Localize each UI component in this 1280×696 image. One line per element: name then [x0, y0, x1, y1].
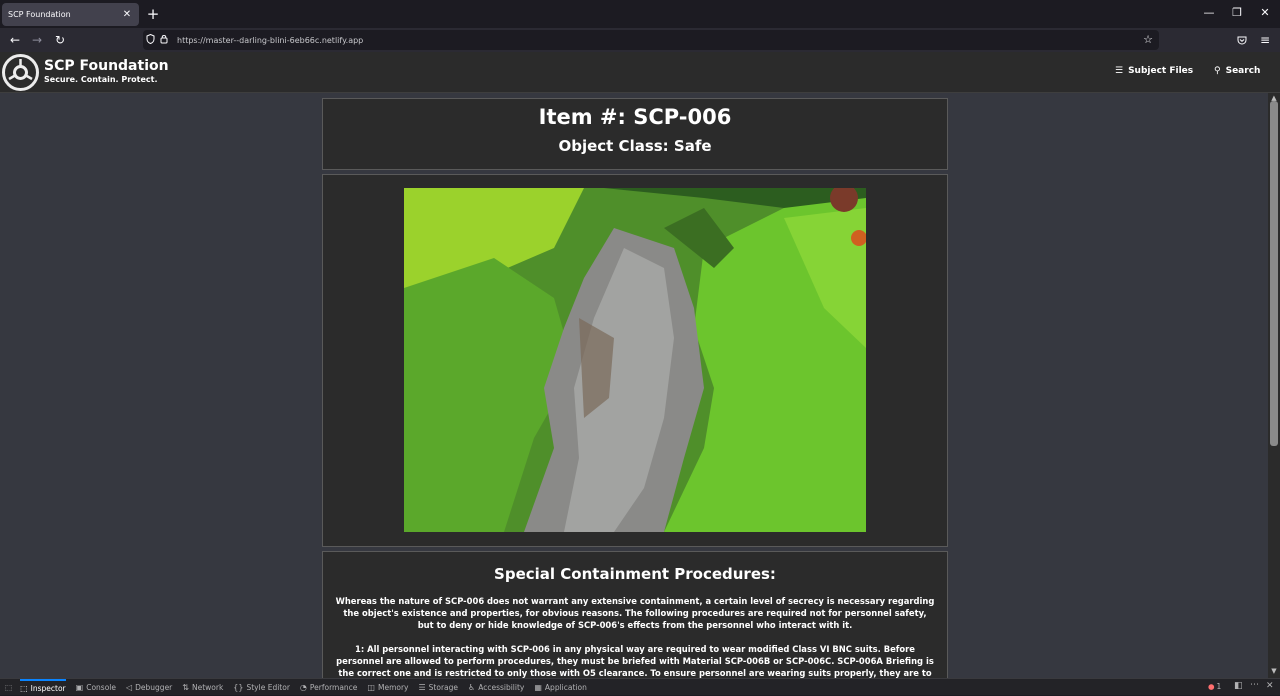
devtools-tab-console[interactable]: ▣ Console [76, 679, 116, 696]
browser-toolbar: ← → ↻ https://master--darling-blini-6eb6… [0, 28, 1280, 52]
devtools-tab-label: Style Editor [246, 682, 290, 692]
devtools-toolbar: ⬚ ⬚ Inspector ▣ Console ◁ Debugger ⇅ Net… [0, 678, 1280, 695]
scrollbar-thumb[interactable] [1270, 101, 1278, 446]
network-icon: ⇅ [182, 682, 189, 692]
search-icon: ⚲ [1214, 66, 1221, 76]
devtools-tab-memory[interactable]: ◫ Memory [367, 679, 408, 696]
devtools-tab-label: Network [191, 682, 224, 692]
forward-icon[interactable]: → [29, 32, 45, 48]
object-class: Object Class: Safe [558, 137, 712, 155]
shield-icon[interactable] [143, 33, 157, 47]
tab-close-icon[interactable]: ✕ [121, 9, 133, 20]
devtools-tab-accessibility[interactable]: ♿ Accessibility [468, 679, 524, 696]
procedures-paragraph: Whereas the nature of SCP-006 does not w… [335, 596, 935, 630]
more-options-icon[interactable]: ⋯ [1250, 680, 1259, 690]
debugger-icon: ◁ [125, 682, 133, 692]
scp-photo [404, 188, 866, 532]
devtools-tab-network[interactable]: ⇅ Network [182, 679, 223, 696]
tab-title: SCP Foundation [8, 10, 71, 19]
new-tab-icon[interactable]: + [146, 5, 160, 23]
procedures-paragraph: 1: All personnel interacting with SCP-00… [336, 644, 934, 678]
devtools-tab-label: Application [544, 682, 587, 692]
devtools-tab-debugger[interactable]: ◁ Debugger [126, 679, 172, 696]
bookmark-star-icon[interactable]: ☆ [1143, 33, 1153, 46]
inspector-icon: ⬚ [20, 683, 28, 693]
devtools-tab-label: Storage [428, 682, 459, 692]
nav-search[interactable]: ⚲ Search [1214, 66, 1260, 76]
devtools-tab-label: Console [86, 682, 116, 692]
item-number: Item #: SCP-006 [538, 105, 732, 129]
devtools-tab-label: Memory [377, 682, 409, 692]
reload-icon[interactable]: ↻ [52, 32, 68, 48]
back-icon[interactable]: ← [7, 32, 23, 48]
site-header: SCP Foundation Secure. Contain. Protect.… [0, 52, 1280, 93]
dock-side-icon[interactable]: ◧ [1234, 681, 1243, 691]
title-card: Item #: SCP-006 Object Class: Safe [322, 98, 948, 170]
nav-subject-files[interactable]: ☰ Subject Files [1115, 66, 1193, 76]
storage-icon: ☰ [418, 682, 426, 692]
site-tagline: Secure. Contain. Protect. [44, 75, 158, 84]
scp-logo-icon[interactable] [2, 54, 39, 91]
devtools-tab-storage[interactable]: ☰ Storage [419, 679, 459, 696]
memory-icon: ◫ [367, 682, 375, 692]
url-text: https://master--darling-blini-6eb66c.net… [177, 35, 364, 45]
devtools-tab-application[interactable]: ▦ Application [534, 679, 586, 696]
nav-subject-files-label: Subject Files [1128, 66, 1194, 76]
close-window-icon[interactable]: ✕ [1258, 6, 1272, 19]
hamburger-icon: ☰ [1115, 66, 1124, 76]
scroll-down-icon[interactable]: ▼ [1269, 667, 1279, 675]
devtools-tab-label: Debugger [135, 682, 173, 692]
devtools-tab-style-editor[interactable]: {} Style Editor [233, 679, 290, 696]
devtools-tab-label: Inspector [30, 683, 66, 693]
browser-tab[interactable]: SCP Foundation ✕ [2, 3, 139, 26]
minimize-icon[interactable]: — [1202, 6, 1216, 19]
site-name[interactable]: SCP Foundation [44, 58, 169, 74]
error-badge[interactable]: ● 1 [1208, 682, 1221, 691]
url-bar[interactable]: https://master--darling-blini-6eb66c.net… [143, 30, 1159, 50]
devtools-tab-inspector[interactable]: ⬚ Inspector [20, 678, 66, 696]
page-content[interactable]: Item #: SCP-006 Object Class: Safe Speci… [0, 93, 1268, 678]
style-editor-icon: {} [233, 682, 244, 692]
devtools-tab-label: Performance [309, 682, 358, 692]
close-devtools-icon[interactable]: ✕ [1266, 681, 1274, 691]
lock-icon[interactable] [157, 34, 171, 47]
application-icon: ▦ [534, 682, 542, 692]
procedures-card: Special Containment Procedures: Whereas … [322, 551, 948, 678]
pocket-icon[interactable] [1234, 32, 1250, 49]
restore-icon[interactable]: ❐ [1230, 6, 1244, 19]
menu-icon[interactable]: ≡ [1257, 32, 1273, 48]
page-scrollbar[interactable]: ▲ ▼ [1268, 93, 1280, 678]
procedures-heading: Special Containment Procedures: [494, 565, 776, 583]
devtools-tab-performance[interactable]: ◔ Performance [300, 679, 358, 696]
image-card [322, 174, 948, 547]
devtools-tab-label: Accessibility [478, 682, 525, 692]
tab-strip: SCP Foundation ✕ + — ❐ ✕ [0, 0, 1280, 28]
console-icon: ▣ [75, 682, 84, 692]
nav-search-label: Search [1225, 66, 1261, 76]
error-icon: ● [1208, 682, 1215, 691]
error-count: 1 [1216, 682, 1222, 691]
element-picker-icon[interactable]: ⬚ [5, 679, 12, 696]
performance-icon: ◔ [299, 682, 307, 692]
accessibility-icon: ♿ [468, 682, 476, 692]
